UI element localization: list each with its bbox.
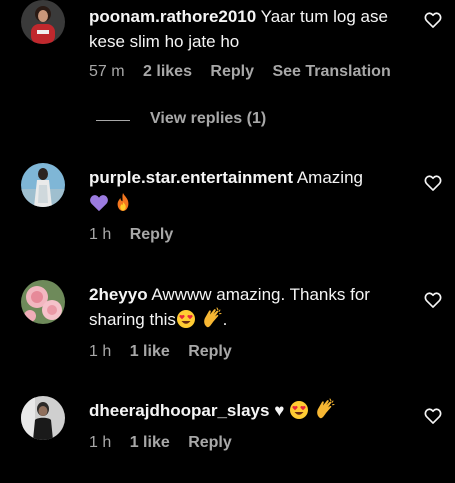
- divider-line: [96, 120, 130, 121]
- comment-item: purple.star.entertainment Amazing 1 h Re…: [0, 163, 455, 253]
- comment-username[interactable]: poonam.rathore2010: [89, 7, 256, 26]
- heart-eyes-icon: [289, 400, 309, 427]
- comment-text-end: .: [222, 310, 228, 329]
- likes-count[interactable]: 1 like: [130, 343, 170, 360]
- comment-item: 2heyyo Awwww amazing. Thanks for sharing…: [0, 280, 455, 370]
- avatar[interactable]: [21, 280, 65, 324]
- likes-count[interactable]: 1 like: [130, 434, 170, 451]
- comment-username[interactable]: 2heyyo: [89, 285, 148, 304]
- likes-count[interactable]: 2 likes: [143, 63, 192, 80]
- comment-item: poonam.rathore2010 Yaar tum log ase kese…: [0, 0, 455, 140]
- comment-body: dheerajdhoopar_slays ♥: [89, 398, 409, 427]
- clapping-hands-icon: [314, 398, 336, 427]
- clapping-hands-icon: [201, 307, 223, 336]
- avatar[interactable]: [21, 0, 65, 44]
- comment-meta: 1 h 1 like Reply: [89, 343, 246, 363]
- comment-item: dheerajdhoopar_slays ♥ 1 h 1 like Reply: [0, 396, 455, 466]
- comment-text: Amazing: [293, 168, 363, 187]
- reply-button[interactable]: Reply: [210, 63, 254, 80]
- like-heart-icon[interactable]: [423, 406, 443, 426]
- comment-meta: 1 h Reply: [89, 226, 187, 246]
- avatar[interactable]: [21, 163, 65, 207]
- comment-body: purple.star.entertainment Amazing: [89, 165, 409, 219]
- comment-time: 1 h: [89, 226, 112, 243]
- reply-button[interactable]: Reply: [188, 343, 232, 360]
- like-heart-icon[interactable]: [423, 290, 443, 310]
- comment-time: 1 h: [89, 343, 112, 360]
- heart-eyes-icon: [176, 309, 196, 336]
- purple-heart-icon: [89, 194, 109, 219]
- fire-icon: [114, 192, 132, 219]
- comment-time: 1 h: [89, 434, 112, 451]
- comment-time: 57 m: [89, 63, 125, 80]
- comment-username[interactable]: purple.star.entertainment: [89, 168, 293, 187]
- reply-button[interactable]: Reply: [130, 226, 174, 243]
- like-heart-icon[interactable]: [423, 10, 443, 30]
- reply-button[interactable]: Reply: [188, 434, 232, 451]
- comment-username[interactable]: dheerajdhoopar_slays: [89, 401, 269, 420]
- see-translation-button[interactable]: See Translation: [272, 63, 390, 80]
- comment-meta: 1 h 1 like Reply: [89, 434, 246, 454]
- comment-text: ♥: [269, 401, 285, 420]
- view-replies-label[interactable]: View replies (1): [150, 110, 266, 128]
- comment-body: poonam.rathore2010 Yaar tum log ase kese…: [89, 4, 409, 54]
- like-heart-icon[interactable]: [423, 173, 443, 193]
- comment-meta: 57 m 2 likes Reply See Translation: [89, 63, 405, 83]
- comment-body: 2heyyo Awwww amazing. Thanks for sharing…: [89, 282, 409, 336]
- avatar[interactable]: [21, 396, 65, 440]
